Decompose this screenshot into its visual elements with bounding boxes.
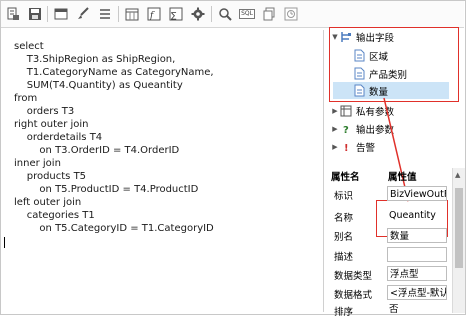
grid-icon: [339, 104, 353, 118]
tree-label-warning: 告警: [356, 142, 376, 154]
scroll-thumb[interactable]: [455, 188, 463, 268]
scroll-up-icon[interactable]: ▲: [455, 171, 460, 179]
collapse-arrow-icon[interactable]: ▶: [331, 125, 339, 133]
text-caret: [4, 237, 5, 248]
tree-node-warning[interactable]: ▶ ! 告警: [331, 138, 375, 155]
sql-line: SUM(T4.Quantity) as Queantity: [14, 80, 183, 91]
sql-line: on T5.CategoryID = T1.CategoryID: [14, 223, 214, 234]
prop-label-alias: 别名: [334, 232, 354, 243]
prop-label-name: 名称: [334, 213, 354, 224]
sql-line: T3.ShipRegion as ShipRegion,: [14, 54, 176, 65]
prop-label-id: 标识: [334, 191, 354, 202]
prop-value-sort[interactable]: 否: [387, 302, 447, 314]
brush-icon[interactable]: [74, 5, 92, 23]
gear-icon[interactable]: [189, 5, 207, 23]
sql-line: on T3.OrderID = T4.OrderID: [14, 145, 180, 156]
prop-value-alias[interactable]: 数量: [387, 228, 447, 243]
props-header-value: 属性值: [388, 172, 417, 183]
sql-editor[interactable]: select T3.ShipRegion as ShipRegion, T1.C…: [2, 30, 324, 312]
sql-line: products T5: [14, 171, 87, 182]
sql-line: categories T1: [14, 210, 95, 221]
question-icon: ?: [339, 122, 353, 136]
prop-value-format[interactable]: <浮点型-默认值: [387, 285, 447, 300]
sql-line: on T5.ProductID = T4.ProductID: [14, 184, 199, 195]
collapse-arrow-icon[interactable]: ▶: [331, 143, 339, 151]
sql-label: SQL: [239, 9, 255, 19]
prop-value-datatype[interactable]: 浮点型: [387, 266, 447, 281]
sql-line: select: [14, 41, 44, 52]
props-header-name: 属性名: [331, 172, 360, 183]
svg-text:∑: ∑: [171, 11, 177, 20]
save-icon[interactable]: [26, 5, 44, 23]
svg-text:!: !: [344, 143, 349, 153]
sql-line: T1.CategoryName as CategoryName,: [14, 67, 214, 78]
prop-label-datatype: 数据类型: [334, 271, 373, 282]
properties-scrollbar[interactable]: ▲: [452, 168, 465, 313]
highlight-box-fields: [329, 27, 459, 102]
prop-value-description[interactable]: [387, 247, 447, 262]
svg-text:?: ?: [343, 125, 349, 135]
formula-icon[interactable]: ∑: [167, 5, 185, 23]
cut-icon[interactable]: [4, 5, 22, 23]
prop-label-sort: 排序: [334, 307, 354, 318]
sql-line: right outer join: [14, 119, 89, 130]
toolbar: f ∑ SQL: [1, 1, 464, 28]
prop-value-id[interactable]: BizViewOutF: [387, 186, 447, 201]
search-icon[interactable]: [216, 5, 234, 23]
sql-line: orders T3: [14, 106, 75, 117]
list-icon[interactable]: [96, 5, 114, 23]
sql-line: orderdetails T4: [14, 132, 103, 143]
sql-line: from: [14, 93, 38, 104]
sql-icon[interactable]: SQL: [238, 5, 256, 23]
function-icon[interactable]: f: [145, 5, 163, 23]
collapse-arrow-icon[interactable]: ▶: [331, 107, 339, 115]
window-icon[interactable]: [52, 5, 70, 23]
prop-value-name[interactable]: Queantity: [387, 208, 447, 223]
clock-icon[interactable]: [282, 5, 300, 23]
prop-label-format: 数据格式: [334, 290, 373, 301]
calendar-icon[interactable]: [123, 5, 141, 23]
sql-line: left outer join: [14, 197, 82, 208]
pages-icon[interactable]: [260, 5, 278, 23]
exclamation-icon: !: [339, 140, 353, 154]
prop-label-description: 描述: [334, 252, 354, 263]
sql-line: inner join: [14, 158, 61, 169]
